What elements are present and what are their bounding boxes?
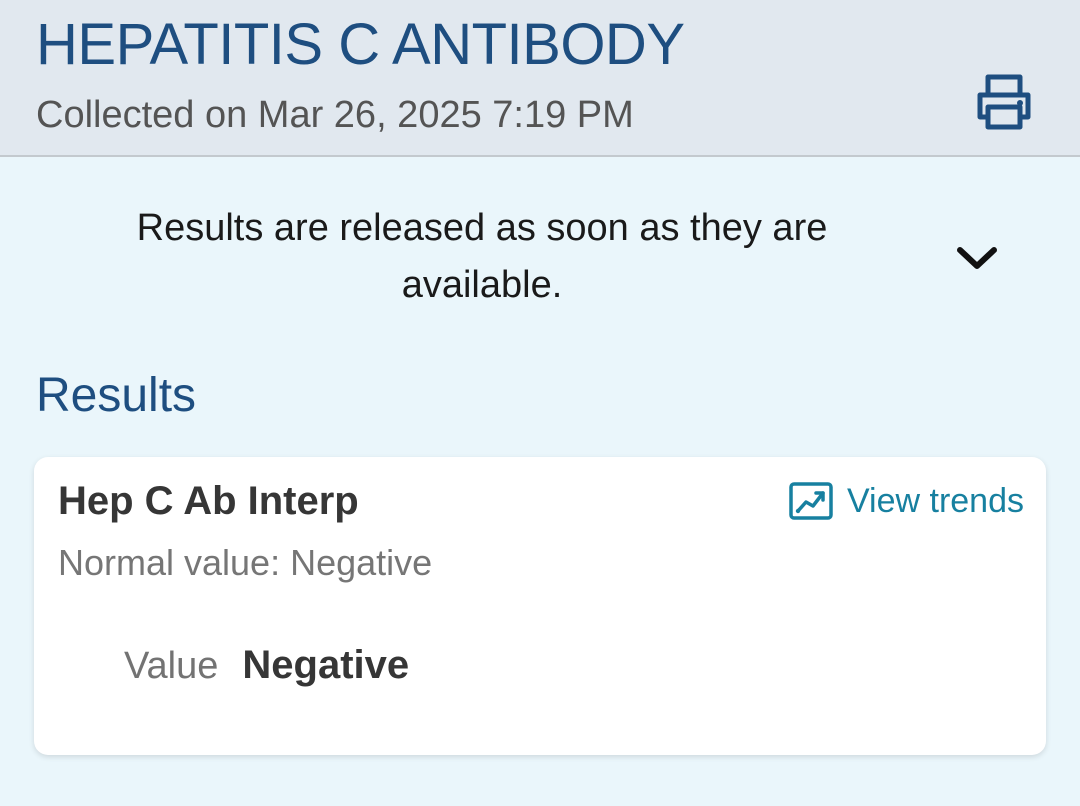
trend-chart-icon [789, 482, 833, 520]
result-card: Hep C Ab Interp Normal value: Negative V… [34, 457, 1046, 755]
results-section-title: Results [36, 369, 197, 422]
page-header: HEPATITIS C ANTIBODY Collected on Mar 26… [0, 0, 1080, 157]
view-trends-link[interactable]: View trends [789, 479, 1024, 523]
release-notice: Results are released as soon as they are… [136, 207, 828, 306]
print-button[interactable] [968, 68, 1040, 136]
normal-value: Normal value: Negative [58, 542, 433, 583]
result-name: Hep C Ab Interp [58, 479, 359, 523]
result-value: Negative [242, 643, 410, 687]
value-row: Value Negative [124, 643, 409, 688]
printer-icon [977, 74, 1031, 130]
chevron-down-icon [957, 247, 997, 269]
notice-expand-button[interactable] [948, 232, 1006, 284]
collected-date: Collected on Mar 26, 2025 7:19 PM [36, 94, 634, 136]
page-title: HEPATITIS C ANTIBODY [36, 12, 685, 77]
view-trends-label: View trends [846, 482, 1024, 520]
value-label: Value [124, 645, 219, 687]
